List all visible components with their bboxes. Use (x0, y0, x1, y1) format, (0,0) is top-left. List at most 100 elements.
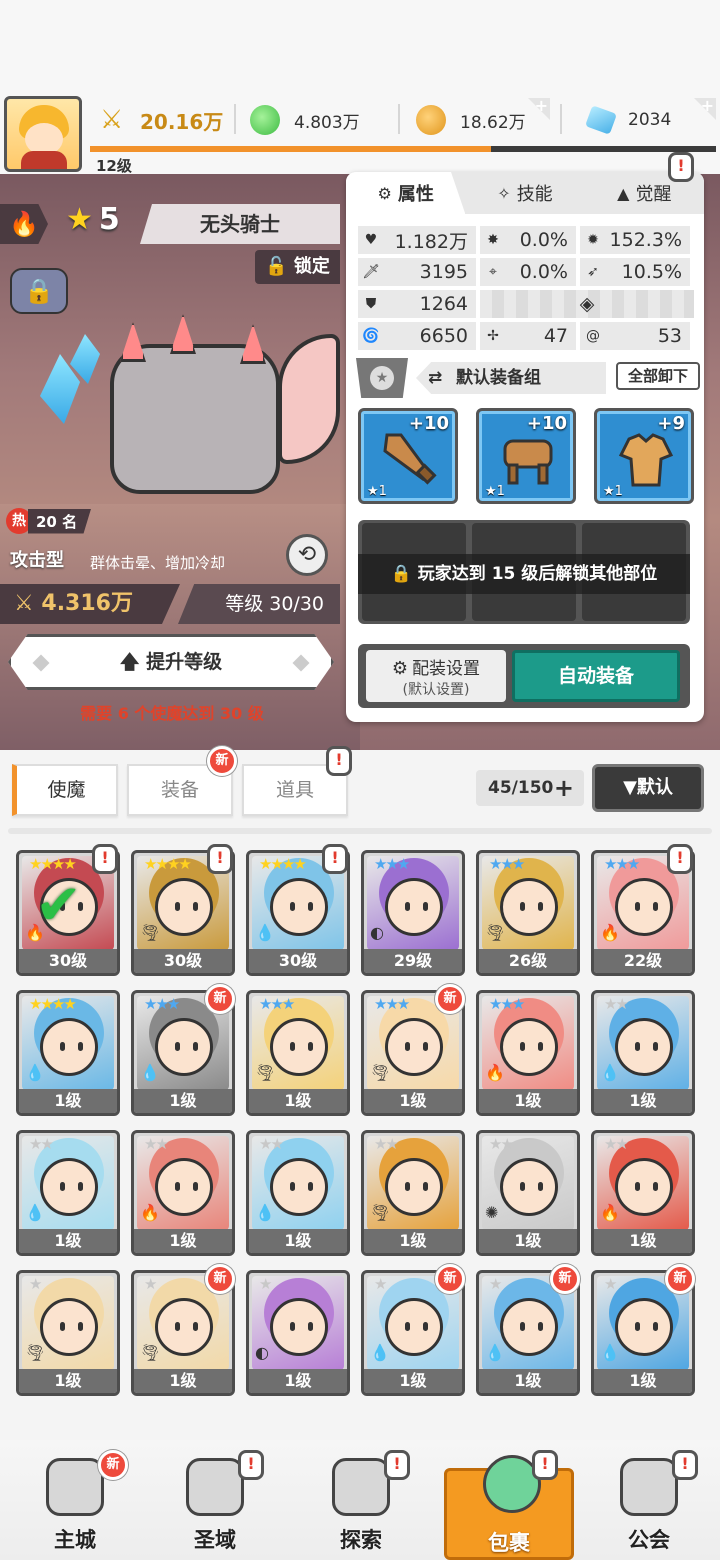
wooden-sword-icon (383, 433, 437, 485)
familiar-level: 22级 (594, 949, 692, 973)
swap-icon: ⇄ (428, 368, 443, 388)
defense-attr[interactable]: ⛊ 1264 (358, 290, 476, 318)
gold-coin-icon (416, 105, 446, 135)
attribute-tabs: ⚙ 属性 ✧ 技能 ▲ 觉醒 (346, 172, 704, 214)
hero-power-row: ⚔ 4.316万 等级 30/30 (0, 584, 340, 624)
star-rating: ★ (144, 1275, 158, 1293)
crit-attr[interactable]: ✸ 0.0% (480, 226, 576, 254)
speed-attr[interactable]: 🌀 6650 (358, 322, 476, 350)
alert-badge: ! (207, 844, 233, 874)
familiar-card[interactable]: ★ 🌪 1级 (16, 1270, 120, 1396)
add-gold-button[interactable]: + (528, 98, 550, 120)
familiar-card[interactable]: ★★★ 🌪 1级 (246, 990, 350, 1116)
nav-item-3[interactable]: 包裹 (444, 1455, 574, 1560)
player-avatar[interactable] (4, 96, 82, 172)
equip-slot-helmet[interactable]: +10 ★1 (476, 408, 576, 504)
wind-element-icon: 🌪 (485, 923, 506, 942)
attack-attr[interactable]: 🗡 3195 (358, 258, 476, 286)
add-diamond-button[interactable]: + (694, 98, 716, 120)
resource-bar: ⚔ 20.16万 4.803万 18.62万 + 2034 + 12级 (0, 92, 720, 175)
familiar-card[interactable]: ★★ 🔥 1级 (131, 1130, 235, 1256)
water-element-icon: 💧 (255, 1203, 275, 1222)
player-level: 12级 (96, 157, 132, 175)
familiar-card[interactable]: ★★★★ 💧 1级 (16, 990, 120, 1116)
nav-label: 探索 (340, 1528, 382, 1552)
star-rating: ★★★ (259, 995, 295, 1013)
skill-a-attr[interactable]: ✢ 47 (480, 322, 576, 350)
new-badge: 新 (550, 1264, 580, 1294)
familiar-level: 1级 (134, 1229, 232, 1253)
star-rating: ★★★ (489, 855, 525, 873)
familiar-card[interactable]: ★★ ✺ 1级 (476, 1130, 580, 1256)
bottom-navigation: 主城 新圣域! 探索! 包裹! 公会! (0, 1440, 720, 1560)
skill-b-attr[interactable]: @53 (580, 322, 690, 350)
familiar-count[interactable]: 45/150 + (476, 770, 584, 806)
water-element-icon: 💧 (600, 1343, 620, 1362)
star-icon: ★ (66, 202, 93, 237)
dodge-attr[interactable]: ➶ 10.5% (580, 258, 690, 286)
alert-badge: ! (92, 844, 118, 874)
equip-slot-weapon[interactable]: +10 ★1 (358, 408, 458, 504)
popularity-rank: 热 20 名 (6, 508, 92, 534)
inventory-area: 使魔 装备 新 道具 ! 45/150 + ▼默认 ★★★★ 🔥 ✔ 30级! ★★★★ 🌪… (0, 746, 720, 1440)
familiar-card[interactable]: ★★ 💧 1级 (591, 990, 695, 1116)
alert-badge: ! (238, 1450, 264, 1480)
level-up-button[interactable]: 🡅 提升等级 (8, 634, 334, 690)
diamond-stat[interactable]: 2034 (585, 100, 672, 140)
hp-attr[interactable]: ♥ 1.182万 (358, 226, 476, 254)
familiar-level: 1级 (479, 1229, 577, 1253)
lock-toggle[interactable]: 🔓 锁定 (255, 250, 340, 284)
guild-icon (620, 1458, 678, 1516)
sort-dropdown[interactable]: ▼默认 (592, 764, 704, 812)
familiar-level: 26级 (479, 949, 577, 973)
rotate-view-icon[interactable]: ⟲ (286, 534, 328, 576)
star-rating: ★★★ (144, 995, 180, 1013)
loadout-settings-button[interactable]: ⚙ 配装设置 (默认设置) (366, 650, 506, 702)
collection-lock-icon[interactable]: 🔒 (10, 268, 68, 314)
star-rating: ★★ (144, 1135, 169, 1153)
shuriken-icon: ✢ (487, 328, 499, 344)
castle-icon (46, 1458, 104, 1516)
water-element-icon: 💧 (25, 1203, 45, 1222)
star-rating: ★★ (259, 1135, 284, 1153)
familiar-card[interactable]: ★★★ 🌪 26级 (476, 850, 580, 976)
unequip-all-button[interactable]: 全部卸下 (616, 362, 700, 390)
gold-stat[interactable]: 18.62万 (416, 100, 526, 140)
equip-slots: +10 ★1 +10 ★1 +9 ★1 (358, 408, 694, 504)
tab-attributes[interactable]: ⚙ 属性 (346, 172, 466, 214)
tab-skills[interactable]: ✧ 技能 (465, 172, 584, 214)
diamond-value: 2034 (628, 110, 672, 130)
swirl-icon: 🌀 (362, 328, 380, 344)
familiar-level: 1级 (594, 1369, 692, 1393)
hidden-attr[interactable]: ◈ (480, 290, 694, 318)
star-rating: ★★★ (604, 855, 640, 873)
green-gem-value: 4.803万 (294, 112, 360, 133)
gold-value: 18.62万 (460, 112, 526, 133)
familiar-level: 1级 (249, 1229, 347, 1253)
green-gem-icon (250, 105, 280, 135)
familiar-card[interactable]: ★★ 💧 1级 (246, 1130, 350, 1256)
auto-equip-button[interactable]: 自动装备 (512, 650, 680, 702)
star-rating: ★★★★ (29, 995, 77, 1013)
sword-stone-icon (332, 1458, 390, 1516)
crit-damage-attr[interactable]: ✹ 152.3% (580, 226, 690, 254)
alert-badge: ! (322, 844, 348, 874)
star-rating: ★★★ (374, 855, 410, 873)
star-rating: ★★★ (374, 995, 410, 1013)
familiar-level: 1级 (19, 1369, 117, 1393)
hero-type: 攻击型 (10, 550, 64, 571)
familiar-card[interactable]: ★★★ ◐ 29级 (361, 850, 465, 976)
familiar-card[interactable]: ★★★ 🔥 1级 (476, 990, 580, 1116)
familiar-card[interactable]: ★★ 🔥 1级 (591, 1130, 695, 1256)
tab-familiars[interactable]: 使魔 (12, 764, 118, 816)
familiar-level: 29级 (364, 949, 462, 973)
familiar-card[interactable]: ★ ◐ 1级 (246, 1270, 350, 1396)
familiar-card[interactable]: ★★ 🌪 1级 (361, 1130, 465, 1256)
wind-element-icon: 🌪 (255, 1063, 276, 1082)
wing-icon: ➶ (587, 264, 599, 280)
accuracy-attr[interactable]: ⌖ 0.0% (480, 258, 576, 286)
familiar-card[interactable]: ★★ 💧 1级 (16, 1130, 120, 1256)
green-gem-stat[interactable]: 4.803万 (250, 100, 360, 140)
equip-set-selector[interactable]: ⇄ 默认装备组 (416, 362, 606, 394)
equip-slot-armor[interactable]: +9 ★1 (594, 408, 694, 504)
